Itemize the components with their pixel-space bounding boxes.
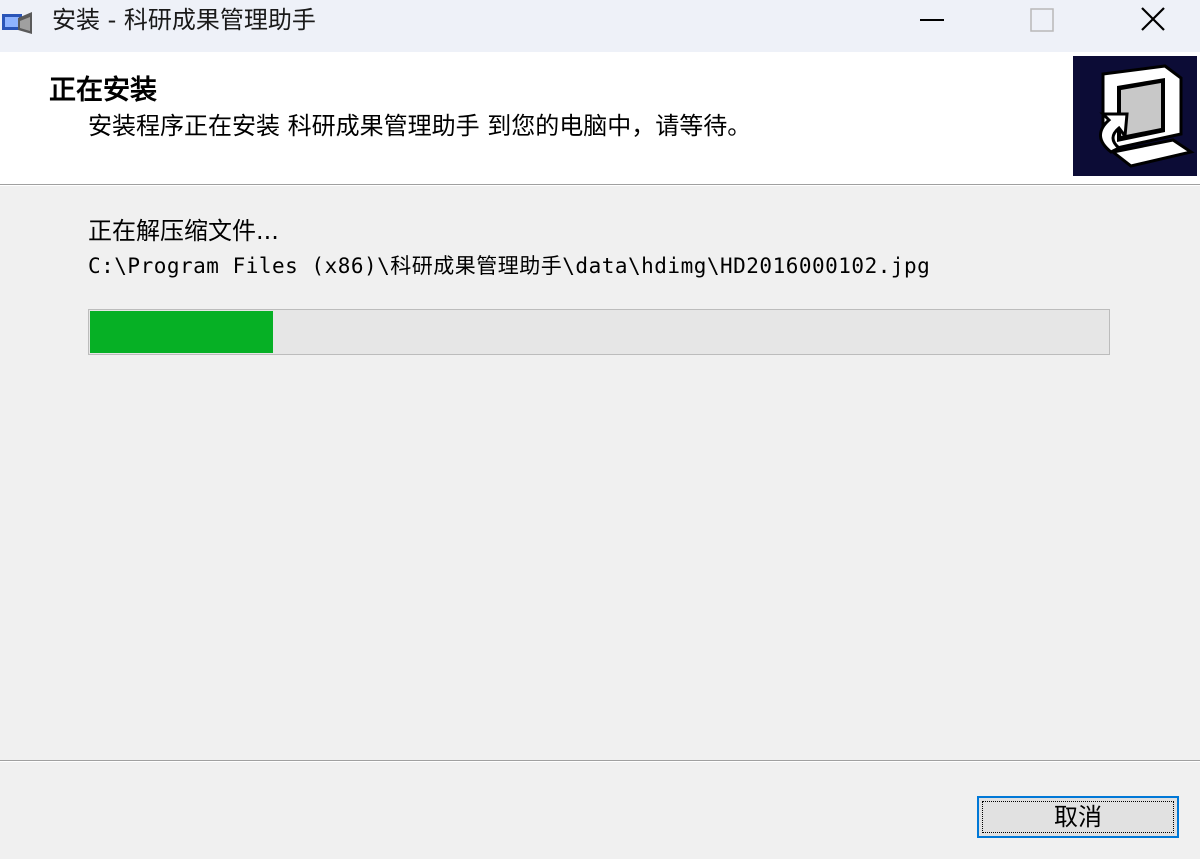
page-title: 正在安装 xyxy=(49,75,157,106)
wizard-header: 正在安装 安装程序正在安装 科研成果管理助手 到您的电脑中，请等待。 xyxy=(0,52,1200,184)
install-progress-bar xyxy=(88,309,1110,355)
cancel-button-label: 取消 xyxy=(1054,803,1102,831)
title-bar[interactable]: 安装 - 科研成果管理助手 xyxy=(0,0,1200,52)
installer-icon xyxy=(0,8,34,38)
minimize-button[interactable] xyxy=(902,0,962,40)
cancel-button[interactable]: 取消 xyxy=(977,796,1179,838)
close-icon xyxy=(1141,7,1165,31)
header-separator xyxy=(0,184,1200,186)
computer-install-icon xyxy=(1073,56,1197,176)
footer-separator xyxy=(0,760,1200,762)
page-subtitle: 安装程序正在安装 科研成果管理助手 到您的电脑中，请等待。 xyxy=(88,112,752,140)
current-file-path: C:\Program Files (x86)\科研成果管理助手\data\hdi… xyxy=(88,254,931,278)
maximize-icon xyxy=(1030,8,1054,32)
window-title: 安装 - 科研成果管理助手 xyxy=(52,6,316,34)
status-text: 正在解压缩文件... xyxy=(88,217,279,245)
progress-fill xyxy=(90,311,273,353)
maximize-button[interactable] xyxy=(1012,0,1072,40)
close-button[interactable] xyxy=(1124,0,1184,40)
minimize-icon xyxy=(920,19,944,21)
